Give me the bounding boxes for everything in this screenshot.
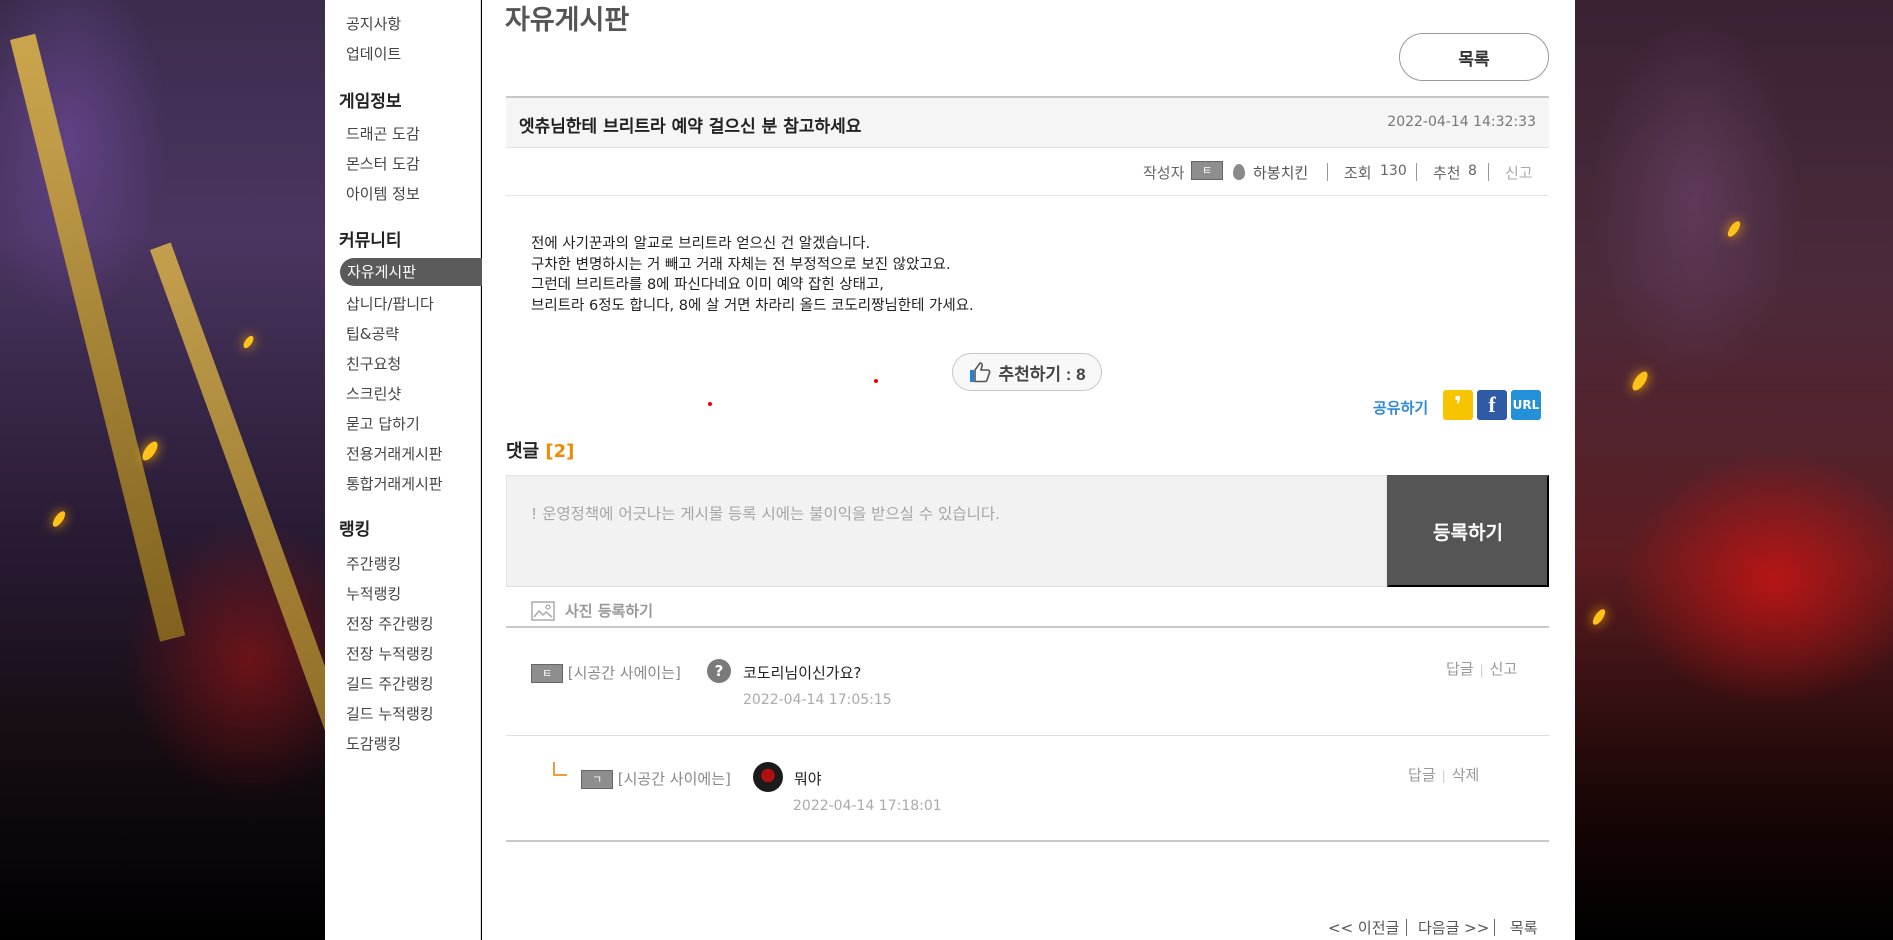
- comment-author: ㅌ [시공간 사에이는]: [531, 662, 681, 683]
- recommend-button[interactable]: 추천하기 : 8: [952, 353, 1102, 391]
- sidebar-item-monster-dex[interactable]: 몬스터 도감: [346, 153, 420, 174]
- post-body-line: 구차한 변명하시는 거 빼고 거래 자체는 전 부정적으로 보진 않았고요.: [531, 256, 951, 273]
- submit-comment-button[interactable]: 등록하기: [1387, 475, 1549, 587]
- sidebar-item-qna[interactable]: 묻고 답하기: [346, 413, 420, 434]
- sidebar-item-tips[interactable]: 팁&공략: [346, 323, 399, 344]
- sidebar-item-battle-weekly-ranking[interactable]: 전장 주간랭킹: [346, 613, 434, 634]
- url-icon[interactable]: URL: [1511, 390, 1541, 420]
- divider: [506, 735, 1549, 736]
- comments-heading: 댓글 [2]: [506, 437, 574, 463]
- comment-date: 2022-04-14 17:05:15: [743, 692, 892, 708]
- level-badge: ㅌ: [531, 664, 563, 683]
- meta-divider: [1327, 163, 1328, 181]
- recommend-button-label: 추천하기 : 8: [998, 364, 1086, 384]
- recommend-count: 8: [1468, 163, 1477, 179]
- comment-text: 뭐야: [794, 770, 822, 788]
- comment-input-box: [506, 475, 1387, 587]
- sidebar-item-total-ranking[interactable]: 누적랭킹: [346, 583, 401, 604]
- author-level-badge: ㅌ: [1191, 161, 1223, 180]
- share-label: 공유하기: [1373, 399, 1429, 417]
- comment-author: ㄱ [시공간 사이에는]: [581, 768, 731, 789]
- question-mark-icon: ?: [707, 659, 731, 683]
- post-header: 엣츄님한테 브리트라 예약 걸으신 분 참고하세요 2022-04-14 14:…: [506, 96, 1549, 148]
- pager-divider: [1494, 919, 1495, 936]
- list-link[interactable]: 목록: [1510, 917, 1538, 938]
- post-body-line: 브리트라 6정도 합니다, 8에 살 거면 차라리 올드 코도리짱님한테 가세요…: [531, 297, 974, 314]
- sidebar-item-guild-total-ranking[interactable]: 길드 누적랭킹: [346, 703, 434, 724]
- red-dot: [874, 379, 878, 383]
- recommend-label: 추천: [1433, 164, 1461, 182]
- comment-author-name[interactable]: [시공간 사이에는]: [618, 770, 731, 788]
- report-link[interactable]: 신고: [1505, 162, 1533, 183]
- sidebar-item-integrated-trade[interactable]: 통합거래게시판: [346, 473, 443, 494]
- comment-actions: 답글 | 삭제: [1408, 766, 1480, 784]
- divider: [506, 840, 1549, 842]
- sidebar-item-screenshot[interactable]: 스크린샷: [346, 383, 401, 404]
- list-button[interactable]: 목록: [1399, 33, 1549, 81]
- sidebar-item-label: 자유게시판: [347, 263, 417, 281]
- next-post-link[interactable]: 다음글 >>: [1418, 917, 1489, 938]
- comment-author-name[interactable]: [시공간 사에이는]: [568, 664, 681, 682]
- sidebar-item-update[interactable]: 업데이트: [346, 43, 401, 64]
- post-meta: 작성자 ㅌ 하봉치킨 조회 130 추천 8 신고: [506, 148, 1549, 196]
- comments-heading-label: 댓글: [506, 441, 540, 462]
- sidebar-item-item-info[interactable]: 아이템 정보: [346, 183, 420, 204]
- sidebar-item-notice[interactable]: 공지사항: [346, 13, 401, 34]
- red-dot: [708, 402, 712, 406]
- comment-text: 코도리님이신가요?: [743, 664, 862, 682]
- sidebar-item-guild-weekly-ranking[interactable]: 길드 주간랭킹: [346, 673, 434, 694]
- comment-date: 2022-04-14 17:18:01: [793, 798, 942, 814]
- views-label: 조회: [1344, 164, 1372, 182]
- background-art-left: [0, 0, 325, 940]
- background-art-right: [1575, 0, 1893, 940]
- reply-link[interactable]: 답글: [1408, 766, 1436, 784]
- sidebar-item-weekly-ranking[interactable]: 주간랭킹: [346, 553, 401, 574]
- reply-arrow-icon: [553, 762, 567, 776]
- sidebar-item-exclusive-trade[interactable]: 전용거래게시판: [346, 443, 443, 464]
- sidebar-item-trade[interactable]: 삽니다/팝니다: [346, 293, 434, 314]
- reply-link[interactable]: 답글: [1446, 660, 1474, 678]
- post-body-line: 그런데 브리트라를 8에 파신다네요 이미 예약 잡힌 상태고,: [531, 277, 884, 293]
- author-name[interactable]: 하봉치킨: [1253, 162, 1308, 183]
- sidebar-group-community: 커뮤니티: [339, 231, 402, 251]
- egg-icon: [1233, 162, 1245, 180]
- post-title: 엣츄님한테 브리트라 예약 걸으신 분 참고하세요: [519, 117, 862, 137]
- sidebar-item-free-board[interactable]: 자유게시판 ›: [340, 258, 497, 286]
- sidebar-item-battle-total-ranking[interactable]: 전장 누적랭킹: [346, 643, 434, 664]
- pager-divider: [1406, 919, 1407, 936]
- board-title: 자유게시판: [505, 5, 630, 36]
- post-body-line: 전에 사기꾼과의 알교로 브리트라 얻으신 건 알겠습니다.: [531, 236, 871, 252]
- comment-input[interactable]: [507, 476, 1386, 586]
- avatar-icon: [753, 762, 783, 792]
- views-count: 130: [1380, 163, 1407, 179]
- meta-divider: [1416, 163, 1417, 181]
- meta-divider: [1488, 163, 1489, 181]
- sidebar-group-ranking: 랭킹: [339, 520, 371, 540]
- photo-upload-label: 사진 등록하기: [565, 602, 654, 620]
- author-label: 작성자: [1143, 164, 1185, 182]
- thumbs-up-icon: [970, 362, 991, 383]
- divider: [506, 626, 1549, 628]
- sidebar-group-game-info: 게임정보: [339, 92, 402, 112]
- prev-post-link[interactable]: << 이전글: [1328, 917, 1399, 938]
- kakao-story-icon[interactable]: ❜: [1443, 390, 1473, 420]
- comments-count: [2]: [545, 441, 575, 462]
- level-badge: ㄱ: [581, 770, 613, 789]
- facebook-icon[interactable]: f: [1477, 390, 1507, 420]
- delete-link[interactable]: 삭제: [1452, 766, 1480, 784]
- sidebar-item-dex-ranking[interactable]: 도감랭킹: [346, 733, 401, 754]
- sidebar-item-dragon-dex[interactable]: 드래곤 도감: [346, 123, 420, 144]
- comment-actions: 답글 | 신고: [1446, 660, 1518, 678]
- image-icon: [531, 600, 555, 621]
- report-link[interactable]: 신고: [1490, 660, 1518, 678]
- post-date: 2022-04-14 14:32:33: [1387, 114, 1536, 130]
- level-badge: ㅌ: [1191, 161, 1223, 180]
- post-body: 전에 사기꾼과의 알교로 브리트라 얻으신 건 알겠습니다. 구차한 변명하시는…: [531, 234, 974, 316]
- sidebar-item-friend-request[interactable]: 친구요청: [346, 353, 401, 374]
- photo-upload[interactable]: 사진 등록하기: [531, 600, 653, 621]
